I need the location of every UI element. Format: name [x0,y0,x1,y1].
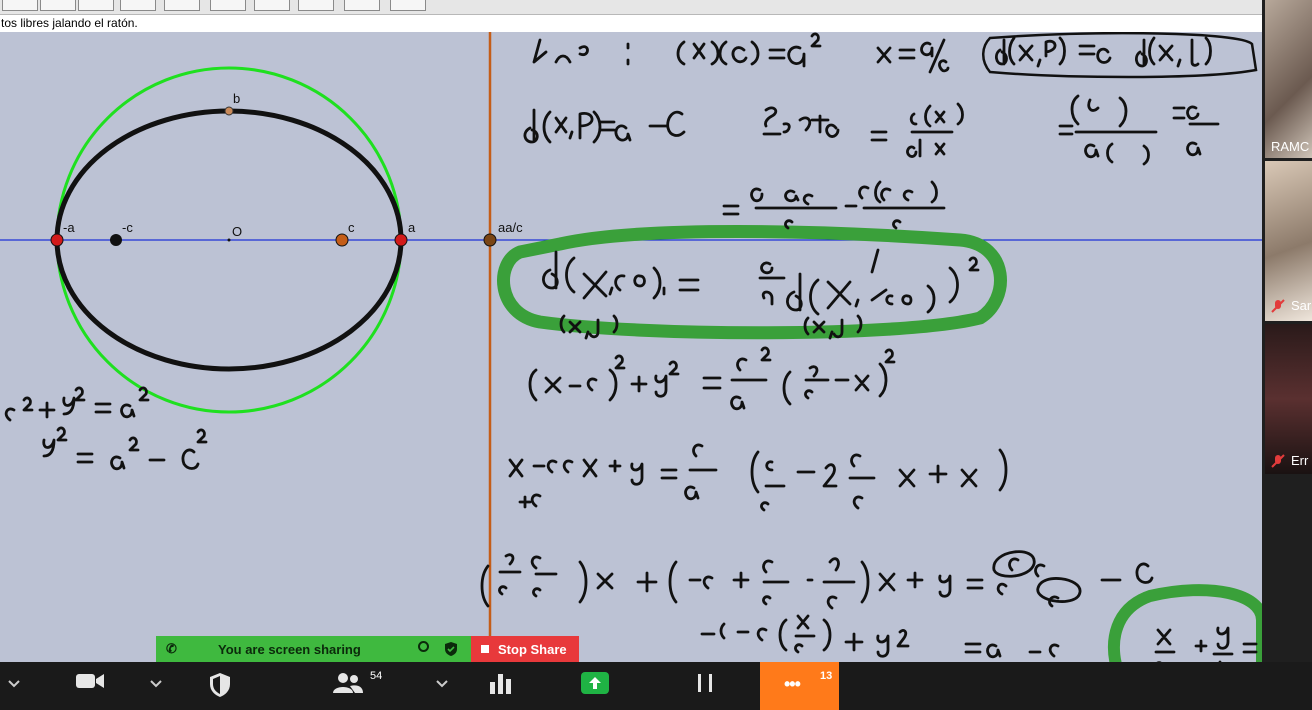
more-count-badge: 13 [820,670,833,682]
label-b: b [233,91,240,106]
label-directrix: aa/c [498,220,523,235]
participants-button[interactable]: 54 [318,662,382,710]
point-a [394,233,408,247]
polls-button[interactable] [475,662,525,710]
point-neg-c [110,234,122,246]
meeting-controls-bar: 54 [0,662,1312,710]
point-origin [227,238,231,242]
video-button[interactable] [60,662,120,710]
tool-button-conic[interactable] [254,0,290,11]
participant-name: Err [1291,453,1309,468]
tool-button-line[interactable] [78,0,114,11]
pause-share-button[interactable] [680,662,730,710]
stop-icon [481,645,489,653]
label-neg-c: -c [122,220,133,235]
participant-name: RAMC [1271,139,1310,154]
sharing-status-text: You are screen sharing [218,642,361,657]
participant-panel: RAMC Sar Err [1262,0,1312,662]
mic-muted-icon [1271,299,1285,313]
record-indicator-icon [418,641,429,652]
chevron-down-icon[interactable] [436,680,448,688]
tool-button-angle[interactable] [298,0,334,11]
point-directrix [483,233,497,247]
video-camera-icon [76,674,104,688]
more-button[interactable]: ••• 13 [760,662,839,710]
tool-button-polygon[interactable] [164,0,200,11]
label-neg-a: -a [63,220,75,235]
tool-button-reflect[interactable] [344,0,380,11]
mic-muted-icon [1271,454,1285,468]
tool-hint-bar: tos libres jalando el ratón. [0,15,1263,32]
graphics-view[interactable]: -a -c O c a b aa/c [0,32,1262,662]
label-a: a [408,220,416,235]
tool-button-perpendicular[interactable] [120,0,156,11]
chevron-down-icon[interactable] [150,680,162,688]
tool-button-text[interactable] [390,0,426,11]
handwritten-notes [4,32,1258,662]
new-share-button[interactable] [570,662,620,710]
more-icon: ••• [784,674,801,694]
participants-icon [333,673,363,693]
video-tile-sar[interactable]: Sar [1265,161,1312,321]
security-button[interactable] [195,662,245,710]
tool-button-move[interactable] [2,0,38,11]
highlight-distance-equation [497,225,1007,340]
stop-share-label: Stop Share [498,642,567,657]
point-b [224,106,234,116]
video-tile-err[interactable]: Err [1265,324,1312,474]
pause-icon [698,674,712,692]
tool-button-point[interactable] [40,0,76,11]
label-c: c [348,220,355,235]
tool-button-circle[interactable] [210,0,246,11]
point-neg-a [50,233,64,247]
share-screen-icon [581,672,609,694]
geogebra-toolbar [0,0,1262,15]
shield-icon [210,673,230,697]
screen-sharing-banner: ✆ You are screen sharing [156,636,471,662]
phone-icon: ✆ [166,641,177,656]
label-origin: O [232,224,242,239]
shield-icon [445,642,457,656]
bar-chart-icon [490,674,511,694]
video-tile-ramc[interactable]: RAMC [1265,0,1312,158]
stop-share-button[interactable]: Stop Share [471,636,579,662]
participants-count: 54 [370,670,383,682]
chevron-down-icon[interactable] [8,680,20,688]
point-c [335,233,349,247]
participant-name: Sar [1291,298,1312,313]
highlight-ellipse-equation [1108,584,1262,662]
